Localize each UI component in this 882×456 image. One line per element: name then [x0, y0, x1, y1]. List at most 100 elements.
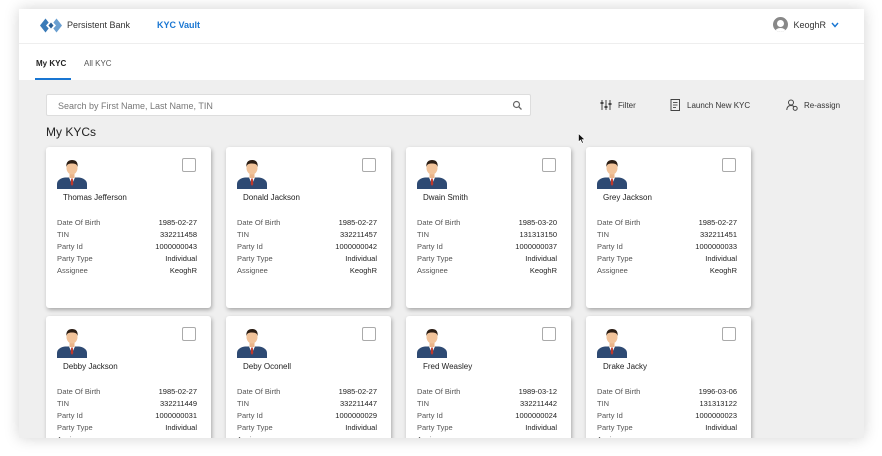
field-label: TIN — [417, 230, 430, 239]
field-row-tin: TIN 332211457 — [237, 229, 377, 241]
field-label: TIN — [417, 399, 430, 408]
tab-all-kyc[interactable]: All KYC — [84, 59, 112, 68]
field-row-party-id: Party Id 1000000033 — [597, 241, 737, 253]
kyc-card[interactable]: Fred Weasley Date Of Birth 1989-03-12 TIN… — [406, 316, 571, 438]
field-label: Party Id — [237, 411, 263, 420]
reassign-button[interactable]: Re-assign — [786, 99, 840, 111]
filter-button[interactable]: Filter — [600, 99, 636, 111]
field-label: TIN — [597, 230, 610, 239]
field-value-tin: 332211451 — [700, 230, 737, 239]
field-row-tin: TIN 332211447 — [237, 398, 377, 410]
field-value-party-id: 1000000031 — [155, 411, 197, 420]
user-name: KeoghR — [793, 19, 826, 30]
field-label: TIN — [237, 399, 250, 408]
person-avatar-icon — [57, 160, 87, 189]
kyc-card[interactable]: Drake Jacky Date Of Birth 1996-03-06 TIN 1… — [586, 316, 751, 438]
kyc-card[interactable]: Donald Jackson Date Of Birth 1985-02-27 T… — [226, 147, 391, 308]
field-value-dob: 1996-03-06 — [698, 387, 737, 396]
field-value-party-id: 1000000037 — [515, 242, 557, 251]
field-label: Party Type — [417, 423, 453, 432]
field-label: Date Of Birth — [57, 387, 101, 396]
kyc-card[interactable]: Grey Jackson Date Of Birth 1985-02-27 TIN… — [586, 147, 751, 308]
field-value-dob: 1989-03-12 — [518, 387, 557, 396]
field-label: Date Of Birth — [237, 387, 281, 396]
field-row-party-type: Party Type Individual — [597, 422, 737, 434]
field-label: TIN — [597, 399, 610, 408]
field-label: Party Type — [417, 254, 453, 263]
card-name: Deby Oconell — [243, 362, 292, 371]
active-tab-indicator — [35, 78, 71, 80]
field-value-party-type: Individual — [165, 423, 197, 432]
card-name: Grey Jackson — [603, 193, 652, 202]
select-checkbox[interactable] — [362, 327, 376, 341]
field-label: Party Id — [597, 242, 623, 251]
card-fields: Date Of Birth 1985-02-27 TIN 332211457 Par… — [237, 217, 377, 277]
field-label: Assignee — [57, 434, 88, 438]
filter-label: Filter — [618, 100, 636, 110]
person-avatar-icon — [417, 329, 447, 358]
select-checkbox[interactable] — [182, 327, 196, 341]
user-menu[interactable]: KeoghR — [773, 17, 839, 32]
document-icon — [670, 99, 680, 111]
field-row-assignee: Assignee — [417, 434, 557, 438]
tab-my-kyc[interactable]: My KYC — [36, 59, 66, 68]
field-value-dob: 1985-02-27 — [158, 218, 197, 227]
field-row-party-id: Party Id 1000000037 — [417, 241, 557, 253]
card-fields: Date Of Birth 1985-02-27 TIN 332211447 Par… — [237, 386, 377, 438]
user-reassign-icon — [786, 99, 798, 111]
field-label: Date Of Birth — [57, 218, 101, 227]
field-label: Date Of Birth — [597, 387, 641, 396]
kyc-card[interactable]: Dwain Smith Date Of Birth 1985-03-20 TIN 1… — [406, 147, 571, 308]
bank-logo-icon[interactable] — [40, 18, 62, 33]
field-label: Party Type — [597, 254, 633, 263]
select-checkbox[interactable] — [722, 158, 736, 172]
field-value-party-type: Individual — [345, 254, 377, 263]
user-avatar-icon — [773, 17, 789, 32]
field-row-party-type: Party Type Individual — [417, 253, 557, 265]
select-checkbox[interactable] — [542, 158, 556, 172]
mouse-cursor-icon — [578, 133, 586, 144]
select-checkbox[interactable] — [722, 327, 736, 341]
kyc-card[interactable]: Thomas Jefferson Date Of Birth 1985-02-27… — [46, 147, 211, 308]
person-avatar-icon — [417, 160, 447, 189]
select-checkbox[interactable] — [182, 158, 196, 172]
field-label: Party Id — [417, 242, 443, 251]
field-row-party-type: Party Type Individual — [57, 253, 197, 265]
field-label: Party Type — [597, 423, 633, 432]
launch-new-kyc-button[interactable]: Launch New KYC — [670, 99, 750, 111]
kyc-card[interactable]: Deby Oconell Date Of Birth 1985-02-27 TIN… — [226, 316, 391, 438]
field-label: Party Type — [237, 254, 273, 263]
field-value-dob: 1985-02-27 — [158, 387, 197, 396]
field-label: Assignee — [237, 266, 268, 275]
card-name: Donald Jackson — [243, 193, 300, 202]
reassign-label: Re-assign — [804, 100, 841, 110]
field-row-assignee: Assignee — [597, 434, 737, 438]
field-row-dob: Date Of Birth 1985-02-27 — [57, 217, 197, 229]
card-name: Drake Jacky — [603, 362, 648, 371]
kyc-card[interactable]: Debby Jackson Date Of Birth 1985-02-27 TI… — [46, 316, 211, 438]
field-value-party-id: 1000000023 — [695, 411, 737, 420]
field-value-tin: 332211447 — [340, 399, 377, 408]
field-row-assignee: Assignee — [57, 434, 197, 438]
field-label: Party Type — [237, 423, 273, 432]
select-checkbox[interactable] — [542, 327, 556, 341]
field-row-assignee: Assignee KeoghR — [417, 265, 557, 277]
field-row-party-id: Party Id 1000000029 — [237, 410, 377, 422]
tabs-bar: My KYC All KYC — [19, 43, 864, 80]
field-value-party-type: Individual — [525, 254, 557, 263]
field-label: Party Id — [237, 242, 263, 251]
field-value-tin: 332211442 — [520, 399, 557, 408]
field-value-assignee: KeoghR — [349, 266, 377, 275]
field-label: Assignee — [597, 434, 628, 438]
field-row-party-id: Party Id 1000000043 — [57, 241, 197, 253]
field-label: Assignee — [57, 266, 88, 275]
search-icon[interactable] — [512, 100, 523, 111]
select-checkbox[interactable] — [362, 158, 376, 172]
field-value-party-type: Individual — [345, 423, 377, 432]
field-row-dob: Date Of Birth 1996-03-06 — [597, 386, 737, 398]
section-title: My KYCs — [46, 125, 97, 139]
field-row-party-id: Party Id 1000000024 — [417, 410, 557, 422]
top-bar: Persistent Bank KYC Vault KeoghR — [19, 9, 864, 43]
nav-kyc-vault[interactable]: KYC Vault — [157, 20, 200, 30]
search-input[interactable] — [58, 99, 498, 112]
